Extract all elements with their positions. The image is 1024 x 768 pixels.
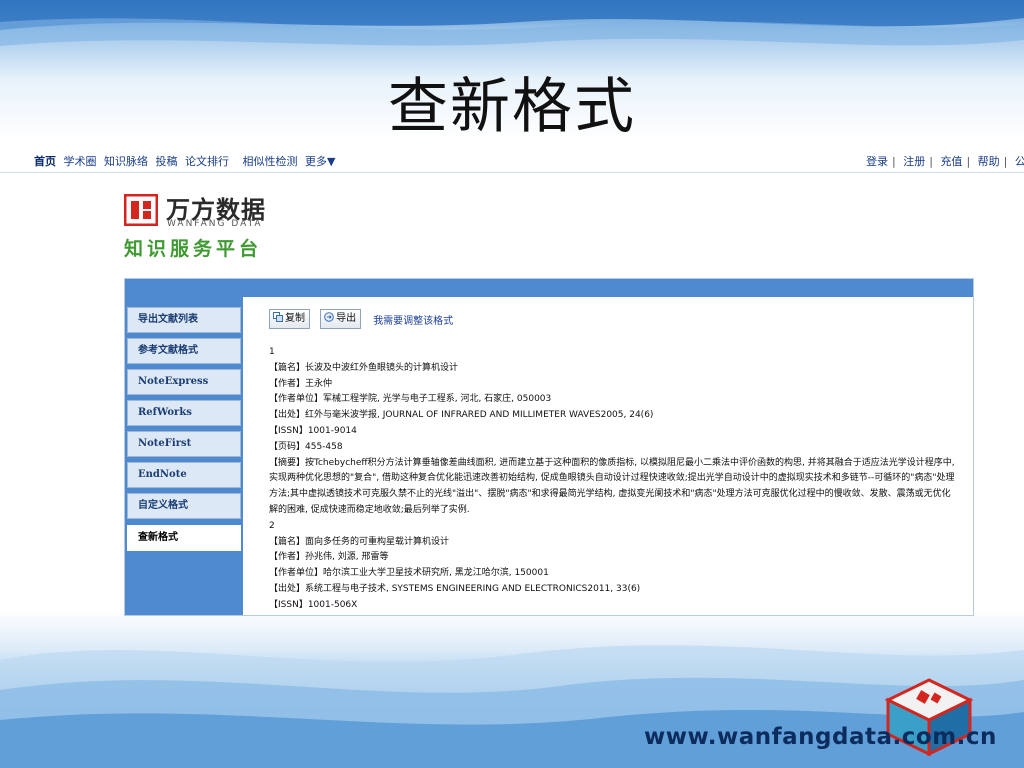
nav-zhishimailuo[interactable]: 知识脉络 [104, 155, 148, 168]
nav-lunwenpaihang[interactable]: 论文排行 [185, 155, 229, 168]
record-author: 【作者】孙兆伟, 刘源, 邢雷等 [269, 552, 389, 563]
nav-help[interactable]: 帮助 [978, 155, 1000, 168]
nav-tougao[interactable]: 投稿 [156, 155, 178, 168]
record-number: 1 [269, 347, 275, 357]
slide-title: 查新格式 [388, 72, 636, 142]
record-abstract: 【摘要】按Tchebycheff积分方法计算垂轴像差曲线面积, 进而建立基于这种… [269, 457, 955, 515]
record-unit: 【作者单位】军械工程学院, 光学与电子工程系, 河北, 石家庄, 050003 [269, 394, 552, 405]
content-toolbar: 复制 导出 我需要调整该格式 [269, 309, 453, 329]
copy-icon [273, 312, 283, 322]
logo-english-name: WANFANG DATA [167, 219, 263, 229]
copy-button-label: 复制 [285, 313, 305, 324]
sidebar-item-notefirst[interactable]: NoteFirst [127, 431, 241, 457]
wanfang-logo-icon [124, 194, 158, 226]
sidebar-item-noteexpress[interactable]: NoteExpress [127, 369, 241, 395]
sidebar-item-custom-format[interactable]: 自定义格式 [127, 493, 241, 519]
record-source: 【出处】红外与毫米波学报, JOURNAL OF INFRARED AND MI… [269, 410, 654, 421]
nav-separator: | [1003, 155, 1008, 168]
record-title: 【篇名】面向多任务的可重构星载计算机设计 [269, 536, 450, 547]
nav-separator: | [929, 155, 933, 168]
sidebar-item-refworks[interactable]: RefWorks [127, 400, 241, 426]
nav-xiangsixing[interactable]: 相似性检测 [243, 155, 298, 168]
logo-subtitle: 知识服务平台 [124, 238, 263, 260]
sidebar-item-export-list[interactable]: 导出文献列表 [127, 307, 241, 333]
sidebar-item-endnote[interactable]: EndNote [127, 462, 241, 488]
nav-more[interactable]: 更多▼ [305, 155, 335, 168]
nav-recharge[interactable]: 充值 [940, 155, 962, 168]
website-url: www.wanfangdata.com.cn [644, 724, 997, 750]
nav-login[interactable]: 登录 [866, 155, 888, 168]
nav-company[interactable]: 公司 [1015, 155, 1024, 168]
export-panel: 导出文献列表 参考文献格式 NoteExpress RefWorks NoteF… [124, 278, 974, 616]
top-navigation: 首页 学术圈 知识脉络 投稿 论文排行 相似性检测 更多▼ 登录 | 注册 | 充值… [0, 150, 1024, 173]
record-author: 【作者】王永仲 [269, 378, 333, 389]
format-sidebar: 导出文献列表 参考文献格式 NoteExpress RefWorks NoteF… [125, 297, 243, 615]
export-button[interactable]: 导出 [320, 309, 362, 329]
record-list: 1 【篇名】长波及中波红外鱼眼镜头的计算机设计 【作者】王永仲 【作者单位】军械… [269, 345, 959, 614]
export-button-label: 导出 [336, 313, 357, 324]
sidebar-item-novelty-format[interactable]: 查新格式 [127, 525, 241, 551]
copy-button[interactable]: 复制 [269, 309, 310, 329]
nav-register[interactable]: 注册 [903, 155, 925, 168]
record-title: 【篇名】长波及中波红外鱼眼镜头的计算机设计 [269, 362, 459, 373]
nav-xueshuquan[interactable]: 学术圈 [64, 155, 97, 168]
wanfang-logo[interactable]: 万方数据 WANFANG DATA 知识服务平台 [124, 190, 284, 260]
nav-home[interactable]: 首页 [34, 155, 56, 168]
record-source: 【出处】系统工程与电子技术, SYSTEMS ENGINEERING AND E… [269, 583, 641, 594]
panel-header-bar [125, 279, 973, 297]
record-issn: 【ISSN】1001-9014 [269, 425, 357, 436]
adjust-format-link[interactable]: 我需要调整该格式 [373, 312, 453, 332]
record-number: 2 [269, 520, 275, 531]
nav-right: 登录| 注册| 充值| 帮助| 公司 [866, 153, 1024, 169]
nav-separator: | [966, 155, 971, 168]
record-issn: 【ISSN】1001-506X [269, 599, 358, 610]
nav-left: 首页 学术圈 知识脉络 投稿 论文排行 相似性检测 更多▼ [34, 153, 339, 169]
record-pages: 【页码】455-458 [269, 441, 343, 452]
nav-separator: | [892, 155, 896, 168]
sidebar-item-reference-format[interactable]: 参考文献格式 [127, 338, 241, 364]
export-icon [324, 312, 334, 322]
record-unit: 【作者单位】哈尔滨工业大学卫星技术研究所, 黑龙江哈尔滨, 150001 [269, 568, 549, 579]
